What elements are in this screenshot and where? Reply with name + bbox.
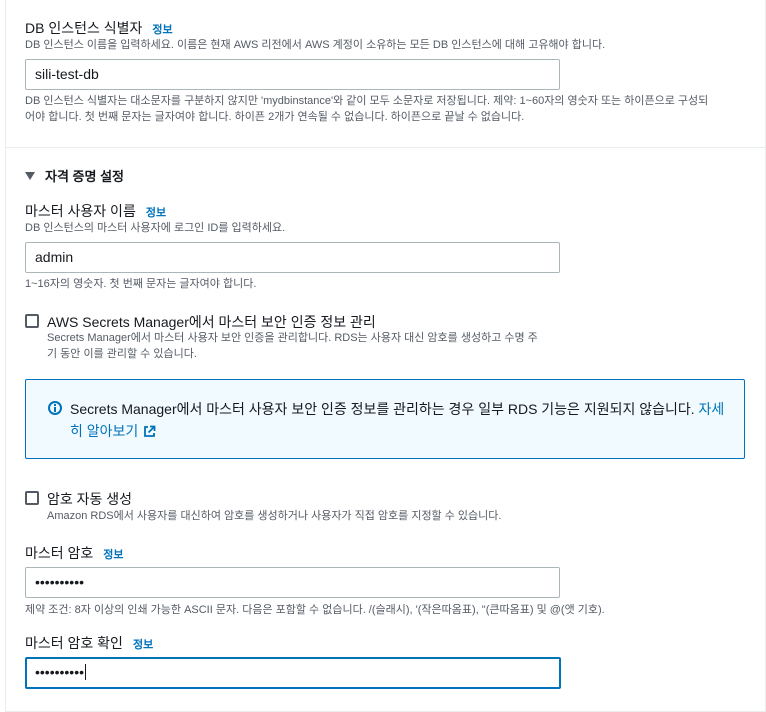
master-password-constraint: 제약 조건: 8자 이상의 인쇄 가능한 ASCII 문자. 다음은 포함할 수… [25,604,605,616]
db-identifier-field: DB 인스턴스 식별자 정보 [25,18,173,38]
confirm-password-field: 마스터 암호 확인 정보 [25,633,153,653]
db-identifier-info-link[interactable]: 정보 [152,24,172,36]
secrets-manager-description-2: 기 동안 이를 관리할 수 있습니다. [47,348,197,360]
master-password-field: 마스터 암호 정보 [25,543,124,563]
master-password-label: 마스터 암호 [25,545,94,561]
info-circle-icon [48,401,62,415]
db-identifier-constraint-2: 어야 합니다. 첫 번째 문자는 글자여야 합니다. 하이픈 2개가 연속될 수… [25,111,525,123]
confirm-password-label: 마스터 암호 확인 [25,635,123,651]
master-username-constraint: 1~16자의 영숫자. 첫 번째 문자는 글자여야 합니다. [25,278,257,290]
auto-password-checkbox[interactable] [25,491,39,505]
db-identifier-label: DB 인스턴스 식별자 [25,20,143,36]
secrets-manager-checkbox[interactable] [25,314,39,328]
external-link-icon [143,422,156,437]
auto-password-description: Amazon RDS에서 사용자를 대신하여 암호를 생성하거나 사용자가 직접… [47,510,502,522]
caret-down-icon [25,172,35,180]
credentials-section-title: 자격 증명 설정 [45,169,124,184]
master-password-info-link[interactable]: 정보 [103,549,123,561]
master-password-input[interactable]: •••••••••• [25,567,560,598]
master-username-input[interactable]: admin [25,242,560,273]
master-username-label: 마스터 사용자 이름 [25,203,136,219]
confirm-password-input[interactable]: •••••••••• [25,657,561,689]
confirm-password-info-link[interactable]: 정보 [133,639,153,651]
alert-text: Secrets Manager에서 마스터 사용자 보안 인증 정보를 관리하는… [70,401,699,417]
master-username-info-link[interactable]: 정보 [146,207,166,219]
section-divider [6,147,766,148]
db-identifier-description: DB 인스턴스 이름을 입력하세요. 이름은 현재 AWS 리전에서 AWS 계… [25,39,606,51]
text-cursor [85,664,87,680]
db-identifier-input[interactable]: sili-test-db [25,59,560,90]
master-username-field: 마스터 사용자 이름 정보 [25,201,166,221]
alert-message: Secrets Manager에서 마스터 사용자 보안 인증 정보를 관리하는… [70,398,730,442]
confirm-password-value: •••••••••• [35,664,85,680]
auto-password-label[interactable]: 암호 자동 생성 [47,489,132,509]
credentials-section-toggle[interactable]: 자격 증명 설정 [25,166,124,185]
info-alert: Secrets Manager에서 마스터 사용자 보안 인증 정보를 관리하는… [25,379,745,459]
master-username-description: DB 인스턴스의 마스터 사용자에 로그인 ID를 입력하세요. [25,222,286,234]
